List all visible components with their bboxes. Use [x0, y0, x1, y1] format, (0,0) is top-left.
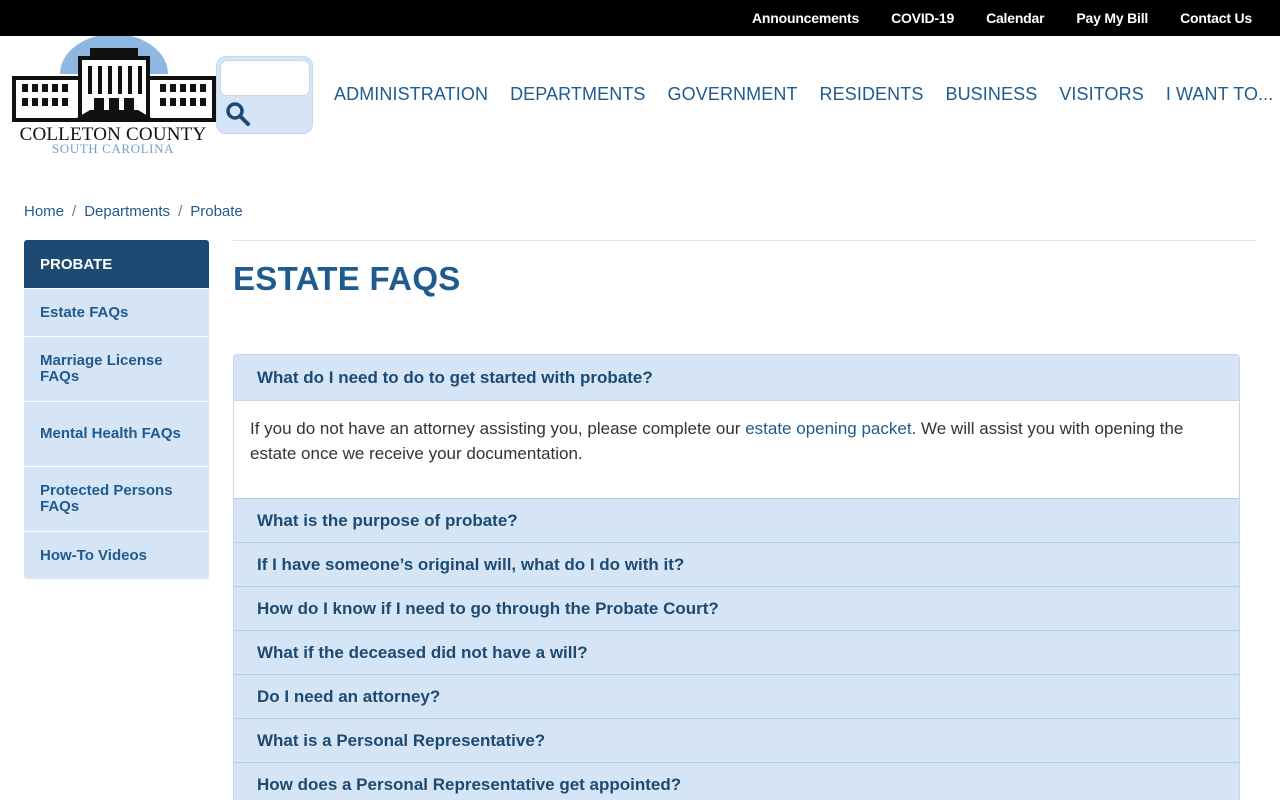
faq-answer-text: If you do not have an attorney assisting… — [250, 419, 746, 438]
faq-accordion: What do I need to do to get started with… — [233, 354, 1240, 800]
content-divider — [233, 240, 1256, 241]
faq-question-open[interactable]: What do I need to do to get started with… — [234, 355, 1239, 400]
breadcrumb-departments[interactable]: Departments — [84, 203, 170, 220]
courthouse-icon — [12, 36, 216, 122]
breadcrumb-separator: / — [178, 203, 183, 220]
search-button[interactable] — [225, 101, 251, 127]
estate-opening-packet-link[interactable]: estate opening packet — [745, 419, 911, 438]
nav-item-residents[interactable]: RESIDENTS — [820, 84, 924, 105]
faq-question[interactable]: How do I know if I need to go through th… — [234, 586, 1239, 630]
faq-question[interactable]: Do I need an attorney? — [234, 674, 1239, 718]
main-navigation: ADMINISTRATION DEPARTMENTS GOVERNMENT RE… — [334, 84, 1273, 105]
search-widget — [216, 56, 313, 134]
faq-question[interactable]: What is the purpose of probate? — [234, 498, 1239, 542]
county-logo[interactable]: COLLETON COUNTY SOUTH CAROLINA — [10, 36, 218, 156]
search-icon — [226, 102, 250, 126]
breadcrumb-probate[interactable]: Probate — [190, 203, 243, 220]
nav-item-i-want-to[interactable]: I WANT TO... — [1166, 84, 1274, 105]
utility-links: Announcements COVID-19 Calendar Pay My B… — [752, 0, 1252, 36]
sidebar-title[interactable]: PROBATE — [24, 240, 209, 288]
page-title: ESTATE FAQS — [233, 260, 461, 297]
utility-bar: Announcements COVID-19 Calendar Pay My B… — [0, 0, 1280, 36]
faq-question[interactable]: If I have someone’s original will, what … — [234, 542, 1239, 586]
nav-item-departments[interactable]: DEPARTMENTS — [510, 84, 645, 105]
breadcrumb: Home / Departments / Probate — [24, 203, 243, 220]
nav-item-business[interactable]: BUSINESS — [945, 84, 1037, 105]
utility-link-announcements[interactable]: Announcements — [752, 10, 859, 26]
faq-question[interactable]: What is a Personal Representative? — [234, 718, 1239, 762]
utility-link-covid-19[interactable]: COVID-19 — [891, 10, 954, 26]
sidebar-item-how-to-videos[interactable]: How-To Videos — [24, 531, 209, 579]
sidebar-item-marriage-license-faqs[interactable]: Marriage License FAQs — [24, 336, 209, 401]
faq-question[interactable]: How does a Personal Representative get a… — [234, 762, 1239, 800]
utility-link-calendar[interactable]: Calendar — [986, 10, 1045, 26]
nav-item-administration[interactable]: ADMINISTRATION — [334, 84, 488, 105]
logo-state-name: SOUTH CAROLINA — [51, 141, 175, 156]
utility-link-contact-us[interactable]: Contact Us — [1180, 10, 1252, 26]
faq-question[interactable]: What if the deceased did not have a will… — [234, 630, 1239, 674]
breadcrumb-home[interactable]: Home — [24, 203, 64, 220]
sidebar-item-protected-persons-faqs[interactable]: Protected Persons FAQs — [24, 466, 209, 531]
sidebar-nav: PROBATE Estate FAQs Marriage License FAQ… — [24, 240, 209, 579]
utility-link-pay-my-bill[interactable]: Pay My Bill — [1076, 10, 1148, 26]
faq-answer: If you do not have an attorney assisting… — [234, 400, 1239, 498]
search-input[interactable] — [220, 60, 310, 96]
sidebar-item-mental-health-faqs[interactable]: Mental Health FAQs — [24, 401, 209, 466]
nav-item-visitors[interactable]: VISITORS — [1059, 84, 1144, 105]
breadcrumb-separator: / — [72, 203, 77, 220]
sidebar-item-estate-faqs[interactable]: Estate FAQs — [24, 288, 209, 336]
nav-item-government[interactable]: GOVERNMENT — [668, 84, 798, 105]
